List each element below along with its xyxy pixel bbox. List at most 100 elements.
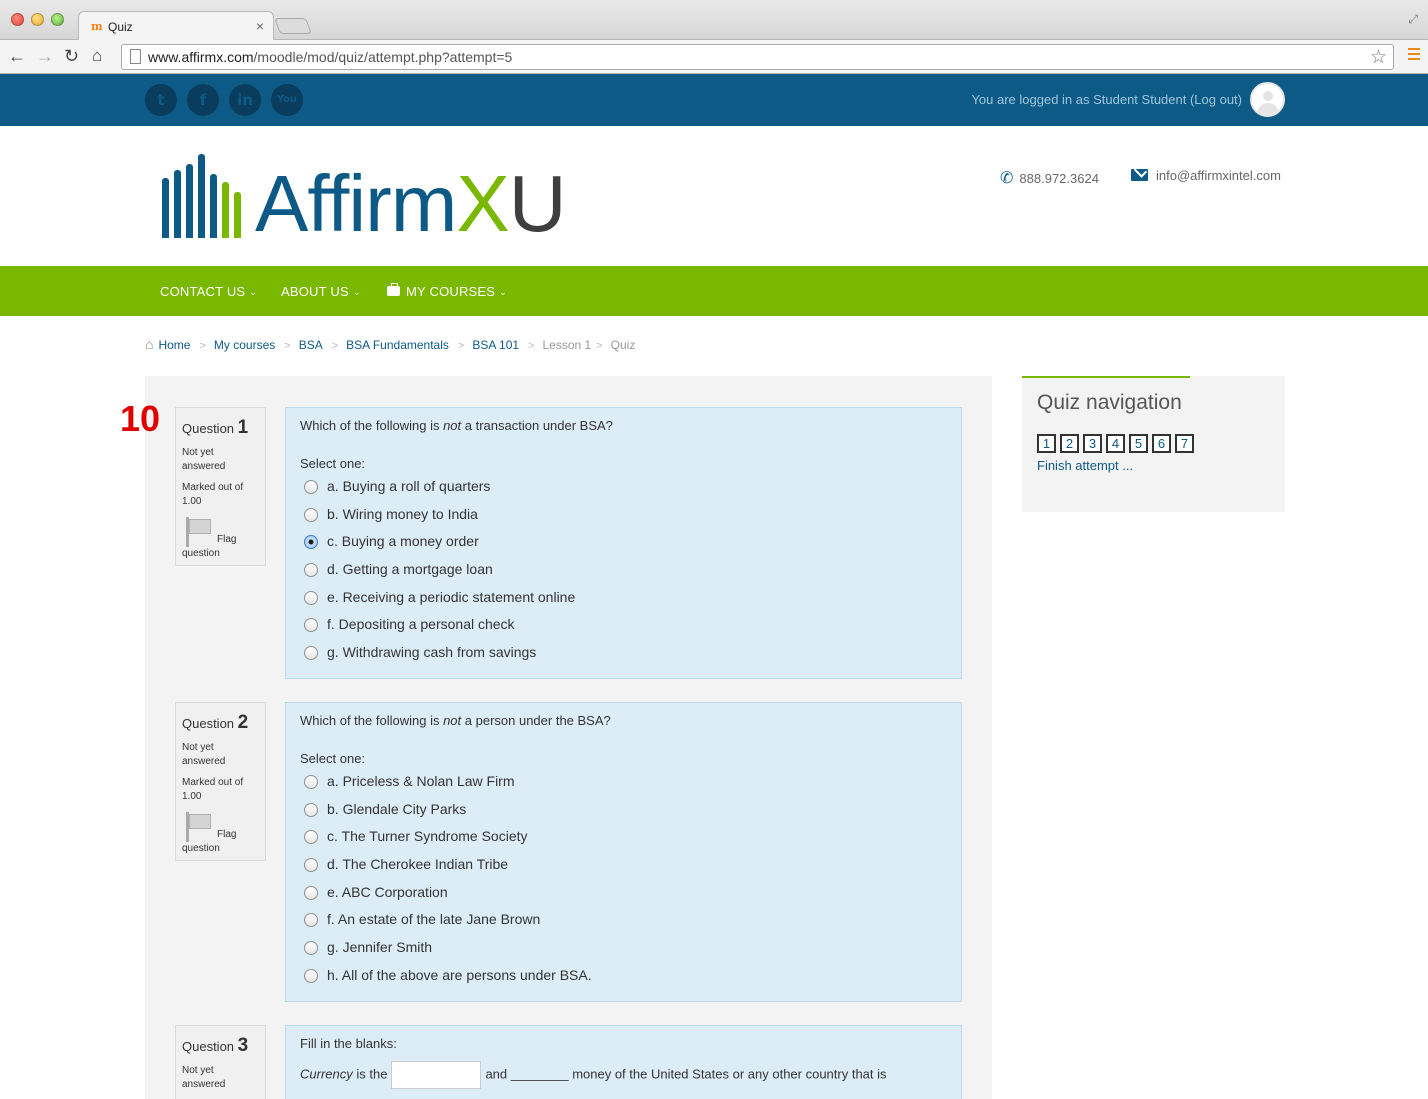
quiz-nav-button-4[interactable]: 4 bbox=[1106, 434, 1125, 453]
answer-option[interactable]: e. Receiving a periodic statement online bbox=[300, 586, 947, 614]
moodle-favicon-icon: m bbox=[91, 20, 103, 33]
user-avatar[interactable] bbox=[1250, 82, 1285, 117]
radio-button[interactable] bbox=[304, 941, 318, 956]
radio-button[interactable] bbox=[304, 618, 318, 633]
answer-option[interactable]: g. Jennifer Smith bbox=[300, 936, 947, 964]
contact-phone: ✆ 888.972.3624 bbox=[1000, 170, 1099, 187]
forward-icon[interactable]: → bbox=[36, 46, 54, 67]
login-info[interactable]: You are logged in as Student Student (Lo… bbox=[971, 92, 1242, 107]
back-icon[interactable]: ← bbox=[8, 46, 26, 67]
facebook-icon[interactable]: f bbox=[187, 84, 219, 116]
question-grade: Marked out of 1.00 bbox=[182, 777, 244, 802]
chevron-down-icon: ⌄ bbox=[499, 287, 507, 297]
quiz-nav-button-3[interactable]: 3 bbox=[1083, 434, 1102, 453]
radio-button[interactable] bbox=[304, 646, 318, 661]
breadcrumb-bsa[interactable]: BSA bbox=[299, 338, 323, 352]
fill-in-blank-row: Currency is the and ________ money of the… bbox=[300, 1061, 947, 1089]
flag-question-button[interactable]: Flag question bbox=[182, 810, 259, 854]
question-text: Which of the following is not a transact… bbox=[300, 418, 613, 433]
radio-button[interactable] bbox=[304, 830, 318, 845]
linkedin-icon[interactable]: in bbox=[229, 84, 261, 116]
answer-option[interactable]: d. The Cherokee Indian Tribe bbox=[300, 853, 947, 881]
quiz-navigation-title: Quiz navigation bbox=[1037, 391, 1182, 414]
radio-button[interactable] bbox=[304, 802, 318, 817]
answer-option[interactable]: f. Depositing a personal check bbox=[300, 613, 947, 641]
radio-button[interactable] bbox=[304, 968, 318, 983]
page-number-annotation: 10 bbox=[120, 398, 161, 439]
url-text[interactable]: www.affirmx.com/moodle/mod/quiz/attempt.… bbox=[148, 49, 512, 65]
fullscreen-icon[interactable]: ⤢ bbox=[1408, 12, 1418, 27]
quiz-nav-button-2[interactable]: 2 bbox=[1060, 434, 1079, 453]
radio-button[interactable] bbox=[304, 590, 318, 605]
breadcrumb-lesson: Lesson 1 bbox=[542, 338, 592, 352]
question-number: Question 2 bbox=[182, 712, 249, 733]
browser-menu-icon[interactable] bbox=[1408, 48, 1420, 62]
question-state: Not yet answered bbox=[182, 447, 226, 472]
answer-option[interactable]: b. Glendale City Parks bbox=[300, 798, 947, 826]
reload-icon[interactable]: ↻ bbox=[64, 46, 79, 67]
logo-bars-icon bbox=[162, 154, 242, 238]
select-one-label: Select one: bbox=[300, 751, 366, 766]
radio-button[interactable] bbox=[304, 775, 318, 789]
breadcrumb-home[interactable]: Home bbox=[158, 338, 190, 352]
home-icon[interactable]: ⌂ bbox=[92, 46, 102, 66]
question-number: Question 3 bbox=[182, 1035, 249, 1056]
nav-about-us[interactable]: ABOUT US ⌄ bbox=[281, 284, 361, 299]
select-one-label: Select one: bbox=[300, 456, 366, 471]
answer-option-selected[interactable]: c. Buying a money order bbox=[300, 530, 947, 558]
browser-tab[interactable]: m Quiz × bbox=[78, 11, 274, 41]
site-logo[interactable]: AffirmXU bbox=[255, 164, 567, 244]
new-tab-button[interactable] bbox=[274, 18, 312, 34]
answer-options: a. Buying a roll of quarters b. Wiring m… bbox=[300, 475, 947, 669]
quiz-nav-button-1[interactable]: 1 bbox=[1037, 434, 1056, 453]
tab-title: Quiz bbox=[108, 20, 133, 34]
answer-option[interactable]: f. An estate of the late Jane Brown bbox=[300, 908, 947, 936]
quiz-nav-button-6[interactable]: 6 bbox=[1152, 434, 1171, 453]
radio-button[interactable] bbox=[304, 563, 318, 578]
nav-contact-us[interactable]: CONTACT US ⌄ bbox=[160, 284, 257, 299]
radio-button[interactable] bbox=[304, 480, 318, 494]
breadcrumb-bsa-fundamentals[interactable]: BSA Fundamentals bbox=[346, 338, 449, 352]
question-1-content: Which of the following is not a transact… bbox=[285, 407, 962, 679]
twitter-icon[interactable]: t bbox=[145, 84, 177, 116]
phone-icon: ✆ bbox=[1000, 170, 1014, 187]
bookmark-star-icon[interactable]: ☆ bbox=[1370, 46, 1387, 69]
answer-options: a. Priceless & Nolan Law Firm b. Glendal… bbox=[300, 770, 947, 992]
nav-my-courses[interactable]: MY COURSES ⌄ bbox=[387, 283, 507, 299]
zoom-window-button[interactable] bbox=[51, 13, 64, 26]
finish-attempt-link[interactable]: Finish attempt ... bbox=[1037, 458, 1133, 473]
breadcrumb: ⌂ Home > My courses > BSA > BSA Fundamentals > BS… bbox=[145, 336, 636, 352]
youtube-icon[interactable]: You bbox=[271, 84, 303, 116]
answer-option[interactable]: d. Getting a mortgage loan bbox=[300, 558, 947, 586]
close-window-button[interactable] bbox=[11, 13, 24, 26]
breadcrumb-my-courses[interactable]: My courses bbox=[214, 338, 275, 352]
breadcrumb-bsa-101[interactable]: BSA 101 bbox=[472, 338, 519, 352]
main-navigation: CONTACT US ⌄ ABOUT US ⌄ MY COURSES ⌄ bbox=[0, 266, 1428, 316]
answer-option[interactable]: h. All of the above are persons under BS… bbox=[300, 964, 947, 992]
question-state: Not yet answered bbox=[182, 742, 226, 767]
question-text: Which of the following is not a person u… bbox=[300, 713, 611, 728]
answer-option[interactable]: a. Buying a roll of quarters bbox=[300, 475, 947, 503]
blank-input-field[interactable] bbox=[391, 1061, 482, 1089]
flag-question-button[interactable]: Flag question bbox=[182, 515, 259, 559]
question-1-info: Question 1 Not yet answered Marked out of… bbox=[175, 407, 266, 566]
home-icon: ⌂ bbox=[145, 336, 154, 352]
contact-email[interactable]: info@affirmxintel.com bbox=[1131, 168, 1281, 183]
radio-button[interactable] bbox=[304, 858, 318, 873]
answer-option[interactable]: e. ABC Corporation bbox=[300, 881, 947, 909]
radio-button[interactable] bbox=[304, 885, 318, 900]
quiz-nav-button-7[interactable]: 7 bbox=[1175, 434, 1194, 453]
address-bar[interactable]: www.affirmx.com/moodle/mod/quiz/attempt.… bbox=[121, 44, 1394, 70]
site-topbar: t f in You You are logged in as Student … bbox=[0, 74, 1428, 126]
radio-button[interactable] bbox=[304, 913, 318, 928]
answer-option[interactable]: c. The Turner Syndrome Society bbox=[300, 825, 947, 853]
quiz-nav-button-5[interactable]: 5 bbox=[1129, 434, 1148, 453]
answer-option[interactable]: b. Wiring money to India bbox=[300, 503, 947, 531]
minimize-window-button[interactable] bbox=[31, 13, 44, 26]
tab-close-icon[interactable]: × bbox=[256, 18, 264, 34]
radio-button-checked[interactable] bbox=[304, 535, 318, 550]
quiz-navigation-block: Quiz navigation 1234567 Finish attempt .… bbox=[1022, 376, 1285, 512]
radio-button[interactable] bbox=[304, 507, 318, 522]
answer-option[interactable]: g. Withdrawing cash from savings bbox=[300, 641, 947, 669]
answer-option[interactable]: a. Priceless & Nolan Law Firm bbox=[300, 770, 947, 798]
